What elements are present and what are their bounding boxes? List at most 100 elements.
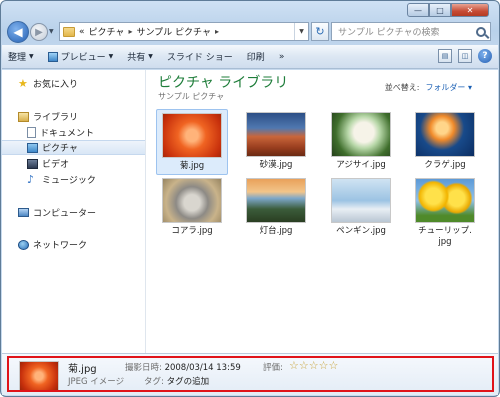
search-input[interactable]: サンプル ピクチャの検索 <box>331 22 491 41</box>
sidebar-item-label: ピクチャ <box>42 144 78 154</box>
more-commands-button[interactable]: » <box>279 52 285 62</box>
file-item[interactable]: 灯台.jpg <box>240 175 312 241</box>
more-label: » <box>278 51 285 62</box>
file-item[interactable]: 砂漠.jpg <box>240 109 312 175</box>
help-button[interactable]: ? <box>478 49 492 63</box>
organize-label: 整理 <box>8 53 27 63</box>
breadcrumb-overflow[interactable]: « <box>79 27 85 37</box>
sidebar-item-label: ネットワーク <box>33 241 88 251</box>
thumbnail-desert <box>246 112 306 157</box>
arrange-label: 並べ替え: <box>384 83 420 92</box>
maximize-button[interactable]: □ <box>429 3 451 17</box>
sidebar-item-label: ライブラリ <box>33 113 79 123</box>
file-item[interactable]: アジサイ.jpg <box>325 109 397 175</box>
recent-pages-dropdown[interactable]: ▼ <box>49 28 54 35</box>
computer-icon <box>18 208 29 217</box>
document-icon <box>27 127 36 138</box>
star-icon: ★ <box>18 77 28 90</box>
file-name: 菊.jpg <box>179 161 205 171</box>
file-item[interactable]: コアラ.jpg <box>156 175 228 241</box>
share-label: 共有 <box>127 53 146 63</box>
breadcrumb-sample-pictures[interactable]: サンプル ピクチャ <box>136 25 211 38</box>
details-highlight-frame <box>7 356 494 392</box>
file-name: アジサイ.jpg <box>336 160 386 170</box>
sidebar-item-music[interactable]: ♪ ミュージック <box>2 172 145 187</box>
change-view-button[interactable]: ▤ <box>438 49 452 63</box>
thumbnail-hydrangeas <box>331 112 391 157</box>
toolbar-right: ▤ ◫ ? <box>438 49 492 63</box>
organize-button[interactable]: 整理 ▼ <box>8 50 34 63</box>
print-label: 印刷 <box>246 53 265 63</box>
library-icon <box>18 111 29 122</box>
minimize-button[interactable]: — <box>407 3 429 17</box>
pictures-icon <box>27 142 38 153</box>
sidebar-item-videos[interactable]: ビデオ <box>2 156 145 171</box>
pane-icon: ◫ <box>461 52 469 60</box>
file-name: クラゲ.jpg <box>424 160 466 170</box>
sidebar-item-label: コンピューター <box>33 209 97 219</box>
explorer-window: — □ ✕ ◀ ▶ ▼ « ピクチャ ▸ サンプル ピクチャ ▸ ▼ ↻ サンプ… <box>0 0 500 397</box>
breadcrumb-separator[interactable]: ▸ <box>215 27 219 36</box>
sidebar-item-favorites[interactable]: ★ お気に入り <box>2 76 145 91</box>
file-item[interactable]: クラゲ.jpg <box>409 109 481 175</box>
sidebar-item-label: ドキュメント <box>40 129 95 139</box>
file-item[interactable]: チューリップ. jpg <box>409 175 481 255</box>
search-icon[interactable] <box>476 26 486 37</box>
sidebar-item-label: お気に入り <box>33 80 79 90</box>
command-bar: 整理 ▼ プレビュー ▼ 共有 ▼ スライド ショー 印刷 » ▤ ◫ ? <box>2 45 498 69</box>
sidebar-item-computer[interactable]: コンピューター <box>2 205 145 220</box>
library-title: ピクチャ ライブラリ <box>158 75 289 91</box>
file-item[interactable]: ペンギン.jpg <box>325 175 397 241</box>
file-name-ext: jpg <box>438 237 452 248</box>
forward-button[interactable]: ▶ <box>30 23 48 41</box>
preview-icon <box>47 51 58 62</box>
slideshow-button[interactable]: スライド ショー <box>167 50 233 63</box>
arrange-by-dropdown[interactable]: フォルダー ▾ <box>425 82 472 93</box>
thumbnail-koala <box>162 178 222 223</box>
arrange-by: 並べ替え: フォルダー ▾ <box>385 82 472 93</box>
address-history-dropdown[interactable]: ▼ <box>294 23 308 40</box>
file-name: コアラ.jpg <box>171 226 213 236</box>
print-button[interactable]: 印刷 <box>247 50 265 63</box>
thumbnail-jellyfish <box>415 112 475 157</box>
breadcrumb-separator[interactable]: ▸ <box>128 27 132 36</box>
address-bar[interactable]: « ピクチャ ▸ サンプル ピクチャ ▸ ▼ <box>59 22 309 41</box>
preview-label: プレビュー <box>60 53 106 63</box>
file-item[interactable]: 菊.jpg <box>156 109 228 175</box>
slideshow-label: スライド ショー <box>166 53 233 63</box>
file-name: チューリップ. <box>418 226 472 236</box>
file-list-pane: ピクチャ ライブラリ サンプル ピクチャ 並べ替え: フォルダー ▾ 菊.jpg… <box>147 70 498 353</box>
navigation-pane: ★ お気に入り ライブラリ ドキュメント ピクチャ ビデオ ♪ ミュージック コ… <box>2 70 146 353</box>
close-button[interactable]: ✕ <box>451 3 489 17</box>
back-button[interactable]: ◀ <box>7 21 29 43</box>
thumbnail-chrysanthemum <box>162 113 222 158</box>
chevron-down-icon: ▼ <box>108 53 114 60</box>
file-name: 砂漠.jpg <box>259 160 293 170</box>
sidebar-item-pictures[interactable]: ピクチャ <box>2 140 145 155</box>
file-name: ペンギン.jpg <box>336 226 386 236</box>
sidebar-item-label: ミュージック <box>42 176 96 186</box>
search-placeholder: サンプル ピクチャの検索 <box>338 28 440 38</box>
preview-button[interactable]: プレビュー ▼ <box>47 50 114 63</box>
breadcrumb-pictures[interactable]: ピクチャ <box>89 25 125 38</box>
network-icon <box>18 239 29 250</box>
refresh-icon: ↻ <box>315 25 325 38</box>
thumbnail-tulips <box>415 178 475 223</box>
refresh-button[interactable]: ↻ <box>311 22 329 41</box>
share-button[interactable]: 共有 ▼ <box>127 50 153 63</box>
library-subtitle: サンプル ピクチャ <box>158 92 225 101</box>
sidebar-item-label: ビデオ <box>42 160 70 170</box>
sidebar-item-documents[interactable]: ドキュメント <box>2 125 145 140</box>
caption-buttons: — □ ✕ <box>407 3 489 17</box>
chevron-down-icon: ▼ <box>29 53 34 60</box>
sidebar-item-libraries[interactable]: ライブラリ <box>2 109 145 124</box>
music-icon: ♪ <box>27 173 35 186</box>
view-icon: ▤ <box>441 52 449 60</box>
preview-pane-button[interactable]: ◫ <box>458 49 472 63</box>
folder-icon <box>63 26 75 37</box>
content-area: ★ お気に入り ライブラリ ドキュメント ピクチャ ビデオ ♪ ミュージック コ… <box>2 70 498 353</box>
chevron-down-icon: ▼ <box>148 53 153 60</box>
arrow-right-icon: ▶ <box>35 26 43 38</box>
video-icon <box>27 158 38 169</box>
sidebar-item-network[interactable]: ネットワーク <box>2 237 145 252</box>
